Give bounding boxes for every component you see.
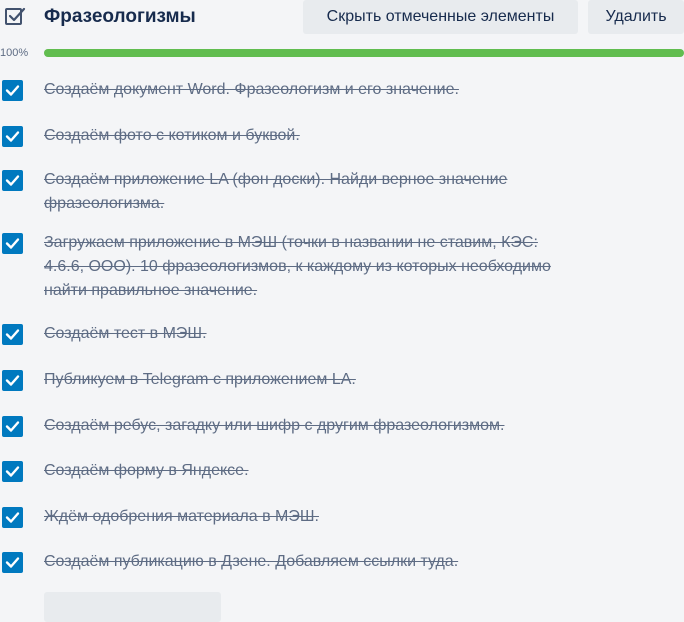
checklist-item[interactable]: Создаём форму в Яндексе.	[0, 459, 684, 483]
item-text[interactable]: Создаём форму в Яндексе.	[44, 459, 554, 483]
checkmark-icon	[5, 421, 20, 432]
progress-bar	[44, 49, 684, 57]
item-text[interactable]: Создаём публикацию в Дзене. Добавляем сс…	[44, 550, 554, 574]
hide-checked-button[interactable]: Скрыть отмеченные элементы	[303, 0, 578, 34]
item-checkbox[interactable]	[2, 552, 23, 573]
item-text[interactable]: Загружаем приложение в МЭШ (точки в назв…	[44, 231, 554, 303]
item-text[interactable]: Создаём приложение LA (фон доски). Найди…	[44, 168, 554, 216]
item-checkbox[interactable]	[2, 507, 23, 528]
checkmark-icon	[5, 329, 20, 340]
item-text[interactable]: Публикуем в Telegram с приложением LA.	[44, 368, 554, 392]
add-item-button[interactable]	[44, 592, 221, 622]
item-checkbox[interactable]	[2, 461, 23, 482]
checkmark-icon	[5, 238, 20, 249]
checklist-progress: 100%	[0, 45, 684, 61]
delete-checklist-button[interactable]: Удалить	[588, 0, 684, 34]
checklist-item[interactable]: Создаём ребус, загадку или шифр с другим…	[0, 414, 684, 438]
item-checkbox[interactable]	[2, 416, 23, 437]
checklist-item[interactable]: Создаём тест в МЭШ.	[0, 322, 684, 346]
checkmark-icon	[5, 557, 20, 568]
item-checkbox[interactable]	[2, 324, 23, 345]
checklist-title[interactable]: Фразеологизмы	[44, 6, 196, 28]
checklist-item[interactable]: Создаём публикацию в Дзене. Добавляем сс…	[0, 550, 684, 574]
item-text[interactable]: Создаём документ Word. Фразеологизм и ег…	[44, 78, 554, 102]
checkmark-icon	[5, 175, 20, 186]
checklist-item[interactable]: Создаём фото с котиком и буквой.	[0, 124, 684, 148]
checkmark-icon	[5, 85, 20, 96]
checklist-item[interactable]: Создаём приложение LA (фон доски). Найди…	[0, 168, 684, 216]
checklist-item[interactable]: Создаём документ Word. Фразеологизм и ег…	[0, 78, 684, 102]
checkmark-icon	[5, 375, 20, 386]
checklist-item[interactable]: Загружаем приложение в МЭШ (точки в назв…	[0, 231, 684, 303]
item-text[interactable]: Создаём фото с котиком и буквой.	[44, 124, 554, 148]
progress-bar-fill	[44, 49, 684, 57]
checkmark-icon	[5, 512, 20, 523]
item-checkbox[interactable]	[2, 370, 23, 391]
progress-percent: 100%	[0, 47, 29, 59]
item-text[interactable]: Создаём тест в МЭШ.	[44, 322, 554, 346]
checklist-header: Фразеологизмы Скрыть отмеченные элементы…	[0, 0, 684, 36]
checkmark-icon	[5, 466, 20, 477]
item-text[interactable]: Ждём одобрения материала в МЭШ.	[44, 505, 554, 529]
item-text[interactable]: Создаём ребус, загадку или шифр с другим…	[44, 414, 554, 438]
item-checkbox[interactable]	[2, 233, 23, 254]
checklist-item[interactable]: Ждём одобрения материала в МЭШ.	[0, 505, 684, 529]
item-checkbox[interactable]	[2, 170, 23, 191]
checklist-item[interactable]: Публикуем в Telegram с приложением LA.	[0, 368, 684, 392]
checklist-icon	[4, 6, 26, 28]
item-checkbox[interactable]	[2, 80, 23, 101]
checkmark-icon	[5, 131, 20, 142]
item-checkbox[interactable]	[2, 126, 23, 147]
